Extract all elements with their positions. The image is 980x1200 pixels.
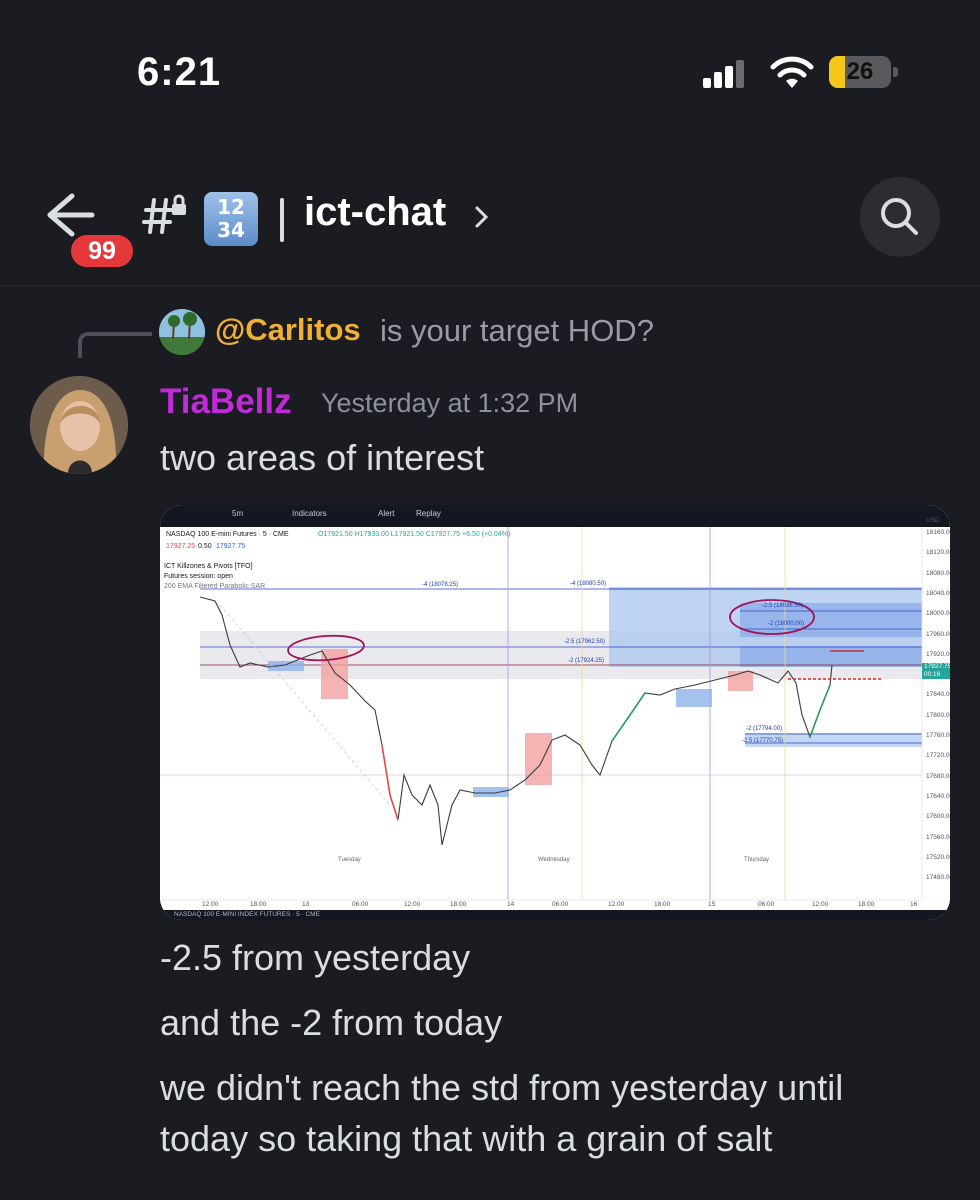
price-axis-label: 17960.00 [926, 630, 950, 638]
time-axis-label: 12:00 [608, 901, 625, 908]
chart-symbol-title: NASDAQ 100 E-mini Futures · 5 · CME [166, 531, 289, 538]
price-axis-label: 17800.00 [926, 711, 950, 719]
level-label: -2 (18000.00) [768, 621, 805, 627]
status-bar: 6:21 26 [0, 0, 980, 140]
time-axis-label: 18:00 [450, 901, 467, 908]
price-axis-label: 17600.00 [926, 813, 950, 821]
battery-icon: 26 [829, 56, 899, 88]
chart-bottom-symbol: NASDAQ 100 E-MINI INDEX FUTURES · 5 · CM… [174, 911, 320, 918]
reply-text[interactable]: is your target HOD? [380, 313, 654, 349]
chart-spread: 0.50 [198, 543, 212, 550]
chart-toolbar: 5m Indicators Alert Replay [160, 505, 950, 527]
timeframe-button[interactable]: 5m [232, 509, 243, 518]
magnifier-icon [881, 198, 918, 235]
battery-percent: 26 [846, 58, 874, 85]
chart-attachment-image[interactable]: 5m Indicators Alert Replay NASDAQ 100 E-… [160, 505, 950, 920]
price-axis-label: 17920.00 [926, 650, 950, 658]
channel-header: 99 12 34 ict-chat [0, 150, 980, 280]
alert-button[interactable]: Alert [378, 509, 394, 518]
price-axis-label: 17840.00 [926, 691, 950, 699]
level-label: -2.5 (18036.50) [762, 603, 804, 609]
day-label: Wednesday [538, 857, 570, 863]
message-text: today so taking that with a grain of sal… [160, 1118, 773, 1159]
chart-indicator-3: 200 EMA Filtered Parabolic SAR [164, 583, 266, 590]
chart-bottom-bar: NASDAQ 100 E-MINI INDEX FUTURES · 5 · CM… [160, 910, 950, 920]
time-axis-label: 12:00 [812, 901, 829, 908]
level-label: -4 (18078.25) [422, 582, 459, 588]
search-button[interactable] [860, 177, 940, 257]
chevron-right-icon[interactable] [474, 202, 490, 232]
title-separator [280, 198, 284, 242]
replay-button[interactable]: Replay [416, 509, 441, 518]
message-text: we didn't reach the std from yesterday u… [160, 1067, 844, 1108]
time-axis-label: 06:00 [352, 901, 369, 908]
status-clock: 6:21 [137, 50, 222, 94]
current-price-tag: 17927.75 00:16 [922, 663, 950, 679]
time-axis-label: 13 [302, 901, 310, 908]
message-timestamp: Yesterday at 1:32 PM [321, 388, 579, 418]
header-divider [0, 285, 980, 287]
price-axis-label: 18120.00 [926, 549, 950, 557]
current-price: 17927.75 [924, 663, 950, 670]
day-label: Thursday [744, 857, 770, 863]
time-axis-label: 16 [910, 901, 918, 908]
time-axis-label: 06:00 [758, 901, 775, 908]
time-axis-label: 18:00 [654, 901, 671, 908]
price-axis-label: USD [926, 517, 940, 524]
price-axis-label: 17480.00 [926, 874, 950, 882]
chart-indicator-2: Futures session: open [164, 573, 233, 580]
chart-ohlc: O17921.50 H17933.00 L17921.50 C17927.75 … [318, 531, 511, 538]
level-label: -2.5 (17770.75) [742, 738, 784, 744]
wifi-icon [770, 56, 814, 88]
price-axis-label: 17760.00 [926, 732, 950, 739]
level-label: -4 (18080.50) [570, 581, 607, 587]
avatar[interactable] [30, 376, 128, 474]
reply-avatar[interactable] [159, 309, 205, 355]
signal-bars-icon [703, 60, 744, 88]
price-axis-label: 18040.00 [926, 589, 950, 597]
time-axis-label: 15 [708, 901, 716, 908]
time-axis-label: 12:00 [404, 901, 421, 908]
message-text: -2.5 from yesterday [160, 937, 471, 978]
message-author[interactable]: TiaBellz [160, 382, 292, 422]
message-text: two areas of interest [160, 437, 485, 478]
time-axis-label: 12:00 [202, 901, 219, 908]
bar-countdown: 00:16 [924, 671, 941, 678]
reply-connector [78, 332, 152, 358]
level-label: -2 (17794.00) [746, 726, 783, 732]
time-axis-label: 18:00 [858, 901, 875, 908]
chart-ask: 17927.75 [216, 543, 246, 550]
price-axis-label: 17520.00 [926, 853, 950, 861]
channel-title[interactable]: ict-chat [304, 190, 446, 235]
price-axis-label: 18080.00 [926, 569, 950, 577]
unread-badge: 99 [67, 231, 137, 271]
indicators-button[interactable]: Indicators [292, 509, 327, 518]
price-axis-label: 17720.00 [926, 752, 950, 760]
day-label: Tuesday [338, 857, 361, 863]
chart-indicator-1: ICT Killzones & Pivots [TFO] [164, 563, 253, 570]
price-axis-label: 17680.00 [926, 772, 950, 780]
hashtag-lock-icon [142, 194, 186, 234]
level-label: -2.5 (17962.50) [564, 639, 606, 645]
price-axis-label: 18000.00 [926, 610, 950, 618]
price-axis-label: 17640.00 [926, 792, 950, 800]
chart-bid: 17927.25 [166, 543, 196, 550]
time-axis-label: 18:00 [250, 901, 267, 908]
time-axis-label: 14 [507, 901, 515, 908]
price-axis-label: 17560.00 [926, 833, 950, 841]
message-text: and the -2 from today [160, 1002, 503, 1043]
time-axis-label: 06:00 [552, 901, 569, 908]
numbers-emoji-icon: 12 34 [204, 192, 258, 246]
price-axis-label: 18160.00 [926, 529, 950, 536]
level-label: -2 (17924.25) [568, 658, 605, 664]
reply-author[interactable]: @Carlitos [215, 312, 361, 348]
